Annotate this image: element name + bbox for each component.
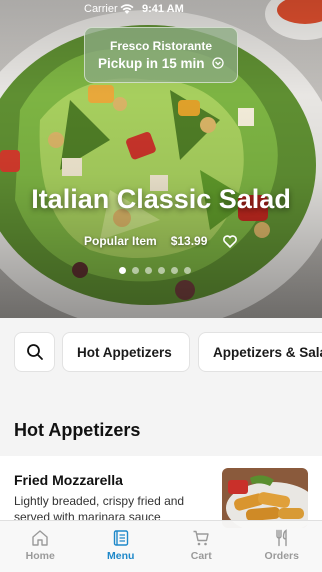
pickup-eta: Pickup in 15 min [98,56,205,71]
carousel-dot[interactable] [184,267,191,274]
home-icon [32,530,48,546]
featured-item-price: $13.99 [170,234,208,248]
carousel-dot[interactable] [145,267,152,274]
heart-icon[interactable] [223,234,238,248]
carousel-dot[interactable] [171,267,178,274]
menu-item-name: Fried Mozzarella [14,472,123,488]
wifi-icon [120,4,134,14]
featured-item-meta: Popular Item $13.99 [84,232,244,250]
menu-icon [113,530,128,546]
section-title: Hot Appetizers [14,420,141,440]
carousel-dot[interactable] [132,267,139,274]
hero-banner[interactable]: Carrier 9:41 AM Fresco Ristorante Pickup… [0,0,322,318]
search-icon [26,344,43,360]
tab-label: Cart [190,550,212,562]
cart-icon [193,530,209,546]
category-chip-appetizers-salads[interactable]: Appetizers & Salads [198,332,322,372]
clock: 9:41 AM [142,3,184,15]
tab-home[interactable]: Home [0,521,81,572]
orders-icon [276,529,287,547]
menu-item-image [222,468,308,528]
tab-cart[interactable]: Cart [161,521,242,572]
tab-orders[interactable]: Orders [242,521,322,572]
chevron-down-icon [212,57,224,69]
status-bar: Carrier 9:41 AM [0,0,322,20]
featured-item-tag: Popular Item [84,234,157,248]
search-button[interactable] [14,332,55,372]
featured-item-title: Italian Classic Salad [31,184,291,214]
tab-bar: Home Menu Cart Orders [0,520,322,572]
carousel-dot[interactable] [119,267,126,274]
category-bar: Hot Appetizers Appetizers & Salads [0,318,322,388]
carousel-dot[interactable] [158,267,165,274]
carousel-dots[interactable] [119,267,191,274]
tab-menu[interactable]: Menu [81,521,162,572]
app-screen: Carrier 9:41 AM Fresco Ristorante Pickup… [0,0,322,572]
restaurant-name: Fresco Ristorante [109,39,213,53]
tab-label: Menu [107,550,135,562]
tab-label: Orders [264,550,299,562]
pickup-info-button[interactable]: Fresco Ristorante Pickup in 15 min [84,27,238,83]
carrier-label: Carrier [84,3,118,15]
category-chip-hot-appetizers[interactable]: Hot Appetizers [62,332,190,372]
tab-label: Home [25,550,55,562]
